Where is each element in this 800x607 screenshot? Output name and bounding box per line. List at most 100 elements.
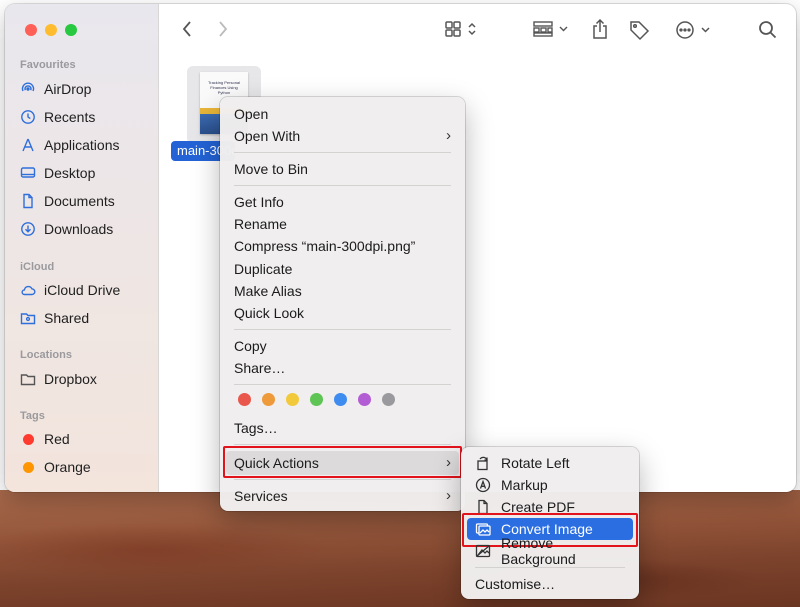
menu-item-label: Services (234, 488, 288, 504)
sidebar-item-label: Recents (44, 109, 96, 125)
minimize-window-button[interactable] (45, 24, 57, 36)
sidebar-item-label: Applications (44, 137, 120, 153)
menu-item-services[interactable]: Services › (234, 485, 451, 507)
group-icon (533, 21, 568, 37)
markup-icon (475, 477, 491, 493)
sidebar-item-label: Orange (44, 459, 91, 475)
menu-item-get-info[interactable]: Get Info (234, 191, 451, 213)
rotate-left-icon (475, 455, 491, 471)
more-actions-button[interactable] (673, 18, 715, 42)
remove-background-icon (475, 543, 491, 559)
tag-button[interactable] (627, 18, 651, 42)
desktop-icon (20, 165, 36, 181)
chevron-right-icon: › (446, 127, 451, 144)
sidebar-item-shared[interactable]: Shared (20, 307, 89, 329)
sidebar-item-tag-orange[interactable]: Orange (20, 456, 91, 478)
tag-color-yellow[interactable] (286, 393, 299, 406)
menu-item-tags[interactable]: Tags… (234, 417, 451, 439)
tag-color-gray[interactable] (382, 393, 395, 406)
menu-item-share[interactable]: Share… (234, 357, 451, 379)
sidebar-item-label: iCloud Drive (44, 282, 121, 298)
menu-item-move-to-bin[interactable]: Move to Bin (234, 158, 451, 180)
sidebar-item-label: Desktop (44, 165, 96, 181)
zoom-window-button[interactable] (65, 24, 77, 36)
sidebar-item-dropbox[interactable]: Dropbox (20, 368, 97, 390)
thumb-title: Tracking Personal Finances Using Python (207, 80, 241, 95)
sidebar-item-label: AirDrop (44, 81, 92, 97)
share-button[interactable] (589, 16, 611, 42)
tag-color-orange[interactable] (262, 393, 275, 406)
sidebar-item-label: Red (44, 431, 70, 447)
chevron-left-icon (182, 21, 191, 37)
document-icon (20, 193, 36, 209)
submenu-item-label: Remove Background (501, 535, 576, 567)
close-window-button[interactable] (25, 24, 37, 36)
submenu-item-customise[interactable]: Customise… (475, 573, 629, 595)
back-button[interactable] (177, 18, 197, 40)
grid-view-icon (445, 21, 476, 37)
menu-item-compress[interactable]: Compress “main-300dpi.png” (234, 235, 451, 257)
sidebar: Favourites AirDrop Recents Applications … (5, 4, 159, 492)
tag-color-blue[interactable] (334, 393, 347, 406)
sidebar-item-icloud-drive[interactable]: iCloud Drive (20, 279, 120, 301)
red-tag-icon (20, 431, 36, 447)
context-menu: Open Open With › Move to Bin Get Info Re… (220, 97, 465, 511)
menu-item-quick-look[interactable]: Quick Look (234, 302, 451, 324)
favourites-header: Favourites (20, 59, 76, 71)
menu-item-rename[interactable]: Rename (234, 213, 451, 235)
tag-color-purple[interactable] (358, 393, 371, 406)
shared-folder-icon (20, 310, 36, 326)
folder-icon (20, 371, 36, 387)
sidebar-item-desktop[interactable]: Desktop (20, 162, 95, 184)
sidebar-item-documents[interactable]: Documents (20, 190, 115, 212)
tags-header: Tags (20, 410, 45, 422)
airdrop-icon (20, 81, 36, 97)
chevron-right-icon (219, 21, 228, 37)
quick-actions-submenu: Rotate Left Markup Create PDF Convert Im… (461, 447, 639, 599)
submenu-item-label: Markup (501, 477, 548, 493)
menu-separator (234, 444, 451, 445)
tag-icon (630, 21, 650, 41)
menu-item-duplicate[interactable]: Duplicate (234, 258, 451, 280)
menu-item-copy[interactable]: Copy (234, 335, 451, 357)
chevron-right-icon: › (446, 487, 451, 504)
sidebar-item-label: Downloads (44, 221, 114, 237)
cloud-icon (20, 282, 36, 298)
clock-icon (20, 109, 36, 125)
menu-separator (234, 185, 451, 186)
tag-color-picker (238, 393, 395, 406)
download-icon (20, 221, 36, 237)
sidebar-item-label: Documents (44, 193, 115, 209)
menu-separator (234, 152, 451, 153)
window-controls (25, 24, 77, 36)
menu-item-open[interactable]: Open (234, 103, 451, 125)
share-icon (593, 18, 607, 39)
group-by-button[interactable] (531, 18, 573, 40)
icloud-header: iCloud (20, 261, 55, 273)
orange-tag-icon (20, 459, 36, 475)
menu-item-label: Open With (234, 128, 301, 144)
sidebar-item-downloads[interactable]: Downloads (20, 218, 113, 240)
tag-color-red[interactable] (238, 393, 251, 406)
applications-icon (20, 137, 36, 153)
locations-header: Locations (20, 349, 72, 361)
forward-button[interactable] (213, 18, 233, 40)
submenu-item-markup[interactable]: Markup (475, 474, 629, 496)
submenu-item-rotate-left[interactable]: Rotate Left (475, 452, 629, 474)
sidebar-item-tag-red[interactable]: Red (20, 428, 70, 450)
sidebar-item-applications[interactable]: Applications (20, 134, 120, 156)
menu-item-open-with[interactable]: Open With › (234, 125, 451, 147)
sidebar-item-label: Dropbox (44, 371, 97, 387)
ellipsis-circle-icon (676, 21, 710, 39)
menu-separator (234, 384, 451, 385)
submenu-item-remove-background[interactable]: Remove Background (475, 535, 629, 567)
sidebar-item-recents[interactable]: Recents (20, 106, 95, 128)
menu-separator (234, 329, 451, 330)
tag-color-green[interactable] (310, 393, 323, 406)
sidebar-item-airdrop[interactable]: AirDrop (20, 78, 91, 100)
search-button[interactable] (757, 18, 779, 42)
submenu-item-label: Rotate Left (501, 455, 570, 471)
menu-item-make-alias[interactable]: Make Alias (234, 280, 451, 302)
menu-separator (475, 567, 625, 568)
view-mode-button[interactable] (442, 18, 482, 40)
